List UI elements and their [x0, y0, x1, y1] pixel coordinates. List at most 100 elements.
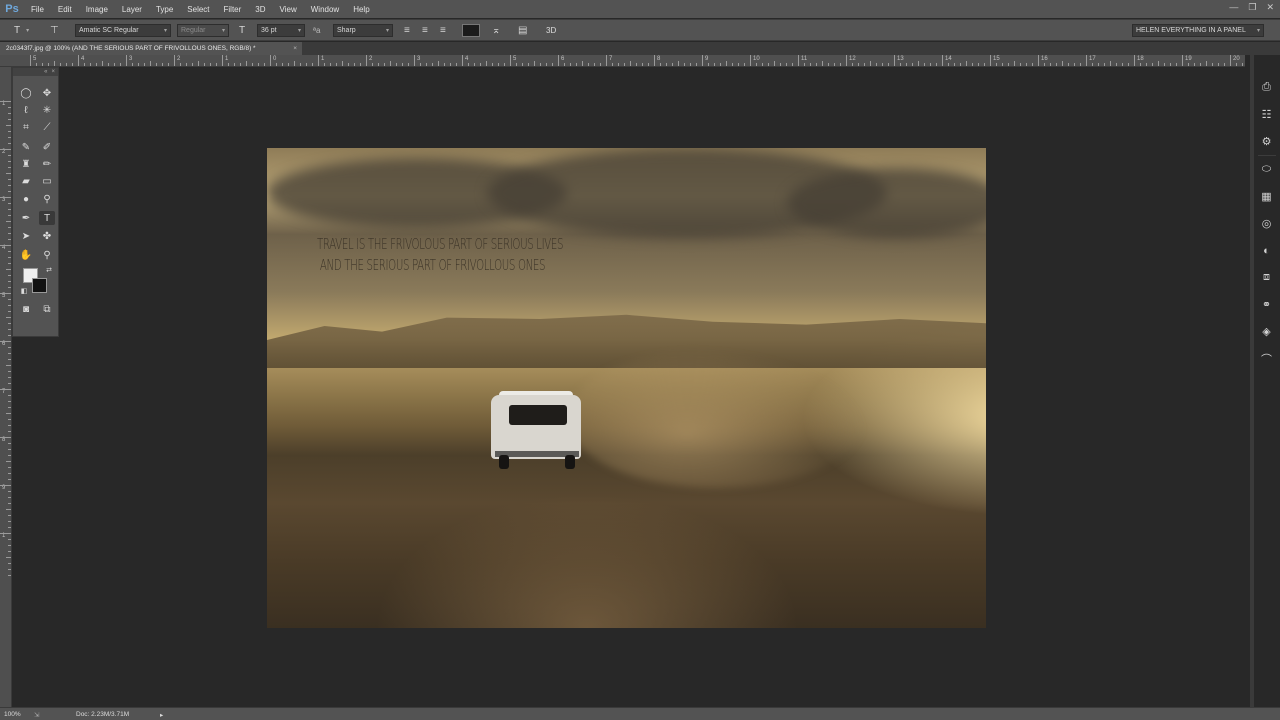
- ruler-tick: [720, 63, 721, 66]
- ruler-tick: [8, 137, 11, 138]
- hand-tool-icon[interactable]: ✋: [18, 248, 34, 262]
- ruler-tick: [762, 63, 763, 66]
- menu-layer[interactable]: Layer: [115, 0, 149, 18]
- screen-mode-icon[interactable]: ⧉: [39, 302, 55, 316]
- ruler-tick: [504, 63, 505, 66]
- close-button[interactable]: ✕: [1266, 2, 1274, 13]
- ruler-tick: [8, 401, 11, 402]
- crop-tool-icon[interactable]: ⌗: [18, 120, 34, 134]
- horizontal-ruler[interactable]: 5 4 3 2 1 0 1 2 3 4 5 6 7 8 9 10 11 12 13 14 15 16 17 18 19 20: [0, 55, 1245, 67]
- ruler-tick: [786, 63, 787, 66]
- document-canvas[interactable]: TRAVEL IS THE FRIVOLOUS PART OF SERIOUS …: [267, 148, 986, 628]
- ruler-label: 7: [609, 56, 613, 62]
- close-panel-icon[interactable]: ×: [51, 69, 55, 75]
- type-tool-icon[interactable]: T: [39, 211, 55, 225]
- vertical-ruler[interactable]: 1234567891: [0, 67, 12, 707]
- properties-panel-icon[interactable]: ☷: [1255, 101, 1278, 128]
- workspace-dropdown[interactable]: HELEN EVERYTHING IN A PANEL ▾: [1132, 24, 1264, 37]
- align-left-icon[interactable]: ≡: [404, 24, 410, 37]
- menu-3d[interactable]: 3D: [248, 0, 272, 18]
- zoom-tool-icon[interactable]: ⚲: [39, 248, 55, 262]
- font-family-dropdown[interactable]: Amatic SC Regular ▾: [75, 24, 171, 37]
- font-style-dropdown[interactable]: Regular ▾: [177, 24, 229, 37]
- quick-mask-icon[interactable]: ◙: [18, 302, 34, 316]
- font-size-dropdown[interactable]: 36 pt ▾: [257, 24, 305, 37]
- menu-view[interactable]: View: [273, 0, 304, 18]
- ruler-tick: [378, 63, 379, 66]
- align-center-icon[interactable]: ≡: [422, 24, 428, 37]
- ruler-tick: [8, 251, 11, 252]
- swap-colors-icon[interactable]: ⇄: [41, 263, 57, 277]
- dock-divider[interactable]: [1250, 55, 1254, 707]
- styles-panel-icon[interactable]: ⧈: [1255, 264, 1278, 291]
- default-colors-icon[interactable]: ◧: [16, 284, 32, 298]
- clone-stamp-tool-icon[interactable]: ♜: [18, 157, 34, 171]
- menu-image[interactable]: Image: [79, 0, 115, 18]
- ruler-tick: [8, 185, 11, 186]
- ruler-label: 20: [1233, 56, 1240, 62]
- history-brush-tool-icon[interactable]: ✏: [39, 157, 55, 171]
- ruler-tick: [780, 63, 781, 66]
- minimize-button[interactable]: —: [1229, 2, 1238, 13]
- align-right-icon[interactable]: ≡: [440, 24, 446, 37]
- warp-text-icon[interactable]: ⌅: [492, 24, 500, 37]
- restore-button[interactable]: ❐: [1248, 2, 1256, 13]
- 3d-button[interactable]: 3D: [546, 24, 556, 37]
- ruler-tick: [0, 197, 11, 198]
- eyedropper-tool-icon[interactable]: ⟋: [39, 120, 55, 134]
- history-panel-icon[interactable]: ⎙: [1255, 74, 1278, 101]
- table-panel-icon[interactable]: ▦: [1255, 183, 1278, 210]
- healing-brush-tool-icon[interactable]: ✎: [18, 140, 34, 154]
- type-tool-preset-icon[interactable]: T ▾: [14, 24, 29, 37]
- toggle-text-orientation-icon[interactable]: ⊤: [50, 24, 59, 37]
- layers-panel-icon[interactable]: ◈: [1255, 318, 1278, 345]
- menu-select[interactable]: Select: [180, 0, 216, 18]
- background-color-swatch[interactable]: [32, 278, 47, 293]
- ruler-tick: [8, 281, 11, 282]
- ruler-tick: [282, 63, 283, 66]
- menu-window[interactable]: Window: [304, 0, 346, 18]
- menu-type[interactable]: Type: [149, 0, 180, 18]
- export-icon[interactable]: ⇲: [34, 711, 39, 719]
- custom-shape-tool-icon[interactable]: ✤: [39, 229, 55, 243]
- menu-filter[interactable]: Filter: [217, 0, 249, 18]
- text-layer[interactable]: TRAVEL IS THE FRIVOLOUS PART OF SERIOUS …: [317, 234, 564, 276]
- ruler-tick: [8, 443, 11, 444]
- menu-help[interactable]: Help: [346, 0, 376, 18]
- close-tab-icon[interactable]: ×: [293, 45, 297, 52]
- status-menu-arrow-icon[interactable]: ▸: [160, 711, 163, 719]
- collapse-icon[interactable]: «: [44, 69, 47, 75]
- gradient-tool-icon[interactable]: ▭: [39, 174, 55, 188]
- paths-panel-icon[interactable]: ⌒: [1255, 345, 1278, 372]
- menu-edit[interactable]: Edit: [51, 0, 79, 18]
- ruler-tick: [1182, 55, 1183, 66]
- magic-wand-tool-icon[interactable]: ✳: [39, 103, 55, 117]
- character-panel-icon[interactable]: ▤: [518, 24, 527, 37]
- adjustments-panel-icon[interactable]: ◐: [1255, 237, 1278, 264]
- ruler-tick: [8, 497, 11, 498]
- zoom-level[interactable]: 100%: [4, 711, 21, 718]
- text-color-swatch[interactable]: [462, 24, 480, 37]
- pen-tool-icon[interactable]: ✒: [18, 211, 34, 225]
- document-tab[interactable]: 2c0343f7.jpg @ 100% (AND THE SERIOUS PAR…: [0, 42, 302, 55]
- 3d-panel-icon[interactable]: ⬭: [1255, 156, 1278, 183]
- brush-panel-icon[interactable]: ◎: [1255, 210, 1278, 237]
- actions-panel-icon[interactable]: ⚙: [1255, 128, 1278, 155]
- tools-panel-header[interactable]: «×: [13, 68, 58, 76]
- dodge-tool-icon[interactable]: ⚲: [39, 192, 55, 206]
- lasso-tool-icon[interactable]: ℓ: [18, 103, 34, 117]
- antialias-dropdown[interactable]: Sharp ▾: [333, 24, 393, 37]
- brush-tool-icon[interactable]: ✐: [39, 140, 55, 154]
- document-info: Doc: 2.23M/3.71M: [76, 711, 130, 718]
- channels-panel-icon[interactable]: ⚭: [1255, 291, 1278, 318]
- ruler-tick: [1098, 63, 1099, 66]
- blur-tool-icon[interactable]: ●: [18, 192, 34, 206]
- path-selection-tool-icon[interactable]: ➤: [18, 229, 34, 243]
- ruler-tick: [684, 63, 685, 66]
- menu-file[interactable]: File: [24, 0, 51, 18]
- ruler-tick: [330, 63, 331, 66]
- eraser-tool-icon[interactable]: ▰: [18, 174, 34, 188]
- ruler-tick: [1212, 63, 1213, 66]
- ellipse-marquee-tool-icon[interactable]: ◯: [18, 86, 34, 100]
- move-tool-icon[interactable]: ✥: [39, 86, 55, 100]
